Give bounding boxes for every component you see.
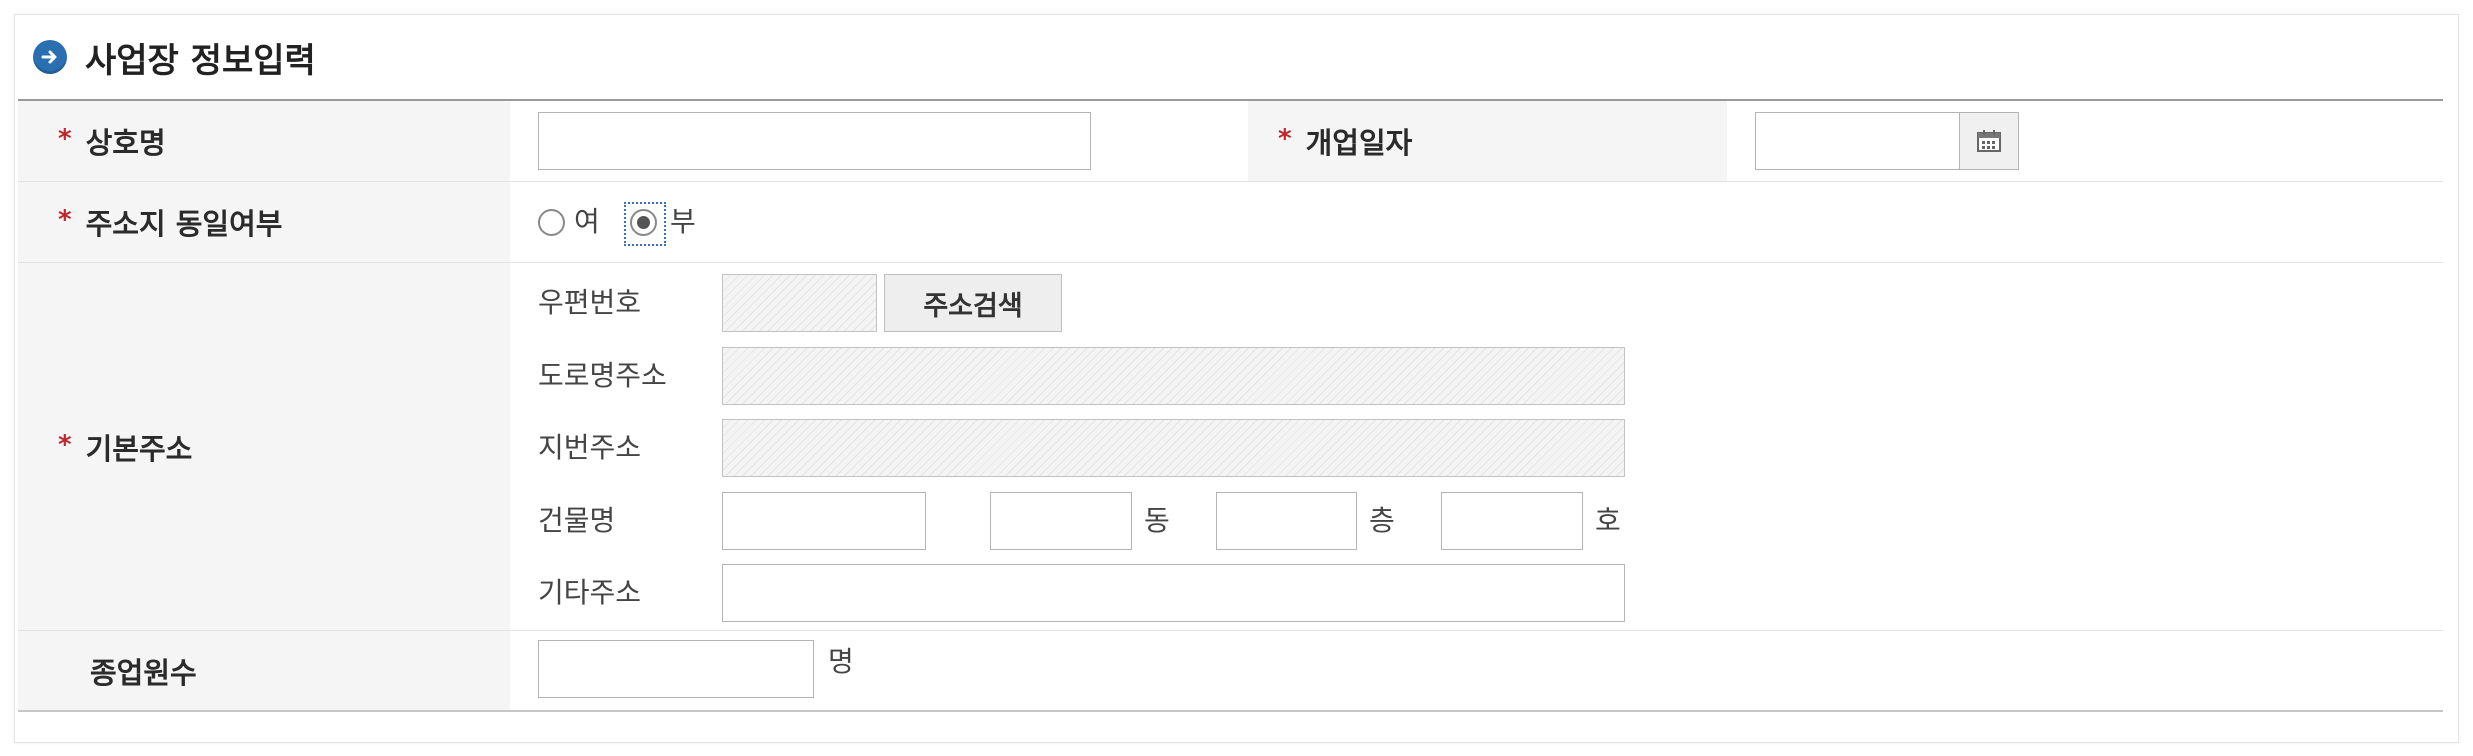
required-mark: *: [58, 429, 72, 460]
base-address-label: 기본주소: [85, 431, 193, 466]
trade-name-input[interactable]: [538, 112, 1091, 170]
opening-date-input[interactable]: [1755, 112, 1961, 170]
building-input[interactable]: [722, 492, 926, 550]
opening-date-label: 개업일자: [1305, 126, 1413, 160]
trade-name-cell: [510, 101, 1248, 181]
radio-yes[interactable]: [538, 209, 565, 236]
employees-input[interactable]: [538, 640, 814, 698]
row-same-address: * 주소지 동일여부 여 부: [18, 182, 2443, 263]
room-input[interactable]: [1441, 492, 1583, 550]
radio-no[interactable]: [630, 209, 657, 236]
lot-address-input: [722, 419, 1625, 477]
floor-input[interactable]: [1216, 492, 1357, 550]
section-title: 사업장 정보입력: [85, 40, 316, 81]
address-search-button[interactable]: 주소검색: [884, 274, 1062, 332]
row-trade-name: * 상호명 * 개업일자: [18, 101, 2443, 182]
required-mark: *: [1278, 124, 1292, 154]
employees-cell: 명: [510, 631, 2443, 710]
lot-address-label: 지번주소: [538, 431, 642, 464]
employees-label: 종업원수: [90, 655, 197, 690]
row-employees: 종업원수 명: [18, 631, 2443, 710]
trade-name-label: 상호명: [85, 126, 166, 160]
road-address-input: [722, 347, 1625, 405]
base-address-header: * 기본주소: [18, 263, 510, 630]
required-mark: *: [58, 124, 72, 154]
row-base-address: * 기본주소 우편번호 주소검색 도로명주소 지번주소 건물명 동 층 호 기타…: [18, 263, 2443, 631]
business-info-form: * 상호명 * 개업일자 * 주소지 동일여부 여 부 * 기본주소 우편번호 …: [18, 99, 2443, 712]
road-address-label: 도로명주소: [538, 359, 667, 392]
building-label: 건물명: [538, 504, 616, 537]
dong-input[interactable]: [990, 492, 1132, 550]
opening-date-cell: [1727, 101, 2443, 181]
postal-code-label: 우편번호: [538, 286, 642, 319]
calendar-icon: [1977, 130, 2001, 152]
same-address-label: 주소지 동일여부: [85, 207, 283, 241]
radio-no-label: 부: [670, 205, 696, 238]
other-address-label: 기타주소: [538, 576, 642, 609]
trade-name-header: * 상호명: [18, 101, 510, 181]
other-address-input[interactable]: [722, 564, 1625, 622]
arrow-circle-icon: [33, 40, 67, 74]
opening-date-header: * 개업일자: [1248, 101, 1727, 181]
dong-unit: 동: [1144, 504, 1170, 537]
calendar-button[interactable]: [1959, 112, 2019, 170]
section-header: 사업장 정보입력: [33, 37, 316, 81]
employees-header: 종업원수: [18, 631, 510, 710]
room-unit: 호: [1595, 504, 1621, 537]
employees-unit: 명: [828, 645, 854, 678]
base-address-cell: 우편번호 주소검색 도로명주소 지번주소 건물명 동 층 호 기타주소: [510, 263, 2443, 630]
required-mark: *: [58, 205, 72, 235]
radio-yes-label: 여: [574, 205, 600, 238]
floor-unit: 층: [1369, 504, 1395, 537]
postal-code-input: [722, 274, 877, 332]
same-address-cell: 여 부: [510, 182, 2443, 262]
same-address-header: * 주소지 동일여부: [18, 182, 510, 262]
